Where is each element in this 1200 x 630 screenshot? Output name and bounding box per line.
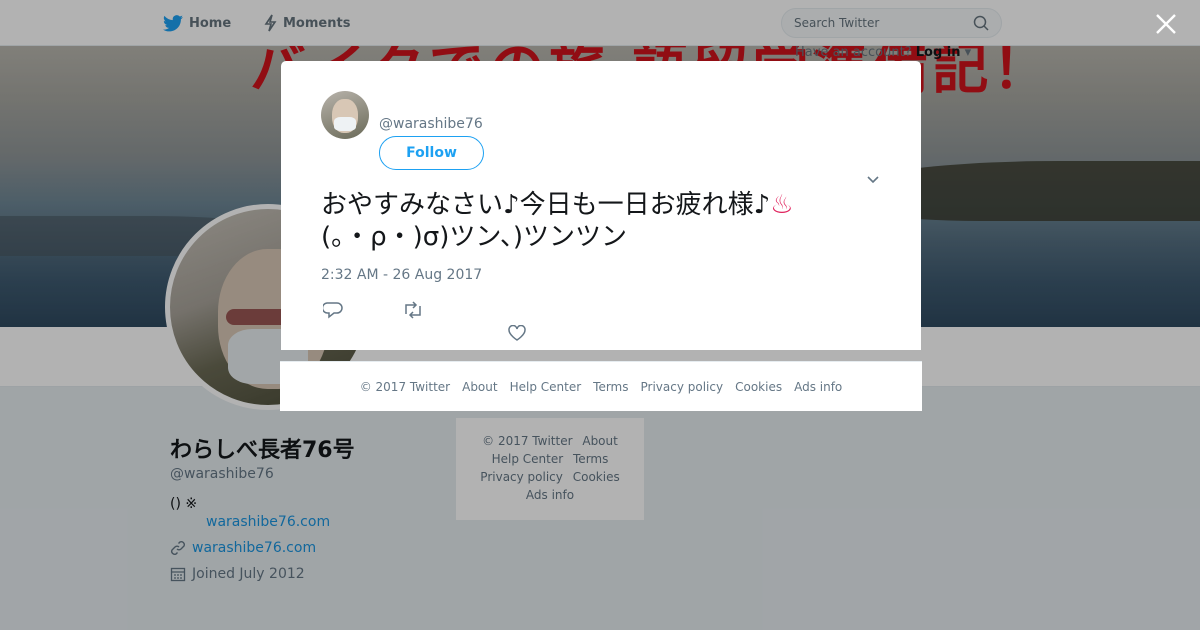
footer-link-help-center[interactable]: Help Center bbox=[510, 380, 582, 394]
close-icon[interactable] bbox=[1154, 12, 1178, 36]
footer-link-ads-info[interactable]: Ads info bbox=[794, 380, 842, 394]
footer-link-cookies[interactable]: Cookies bbox=[735, 380, 782, 394]
chevron-down-icon[interactable] bbox=[865, 171, 881, 187]
tweet-author-handle[interactable]: @warashibe76 bbox=[379, 116, 483, 132]
heart-icon[interactable] bbox=[508, 325, 526, 341]
tweet-timestamp[interactable]: 2:32 AM - 26 Aug 2017 bbox=[321, 267, 482, 283]
follow-button[interactable]: Follow bbox=[379, 136, 484, 170]
modal-footer: © 2017 Twitter About Help Center Terms P… bbox=[280, 361, 922, 411]
hot-springs-icon: ♨ bbox=[770, 190, 794, 220]
footer-link-privacy[interactable]: Privacy policy bbox=[641, 380, 724, 394]
footer-copyright: © 2017 Twitter bbox=[359, 379, 451, 394]
tweet-modal: @warashibe76 Follow おやすみなさい♪今日も一日お疲れ様♪♨ … bbox=[281, 61, 921, 350]
tweet-text-line1: おやすみなさい♪今日も一日お疲れ様♪ bbox=[321, 190, 771, 220]
retweet-icon[interactable] bbox=[402, 301, 424, 319]
tweet-text-line2: (。・ρ・)σ)ツン、)ツンツン bbox=[321, 222, 627, 252]
footer-link-terms[interactable]: Terms bbox=[593, 380, 628, 394]
avatar-mask bbox=[334, 117, 356, 131]
reply-icon[interactable] bbox=[323, 301, 343, 319]
footer-link-about[interactable]: About bbox=[462, 380, 497, 394]
tweet-text: おやすみなさい♪今日も一日お疲れ様♪♨ (。・ρ・)σ)ツン、)ツンツン bbox=[321, 189, 881, 253]
tweet-author-avatar[interactable] bbox=[321, 91, 369, 139]
